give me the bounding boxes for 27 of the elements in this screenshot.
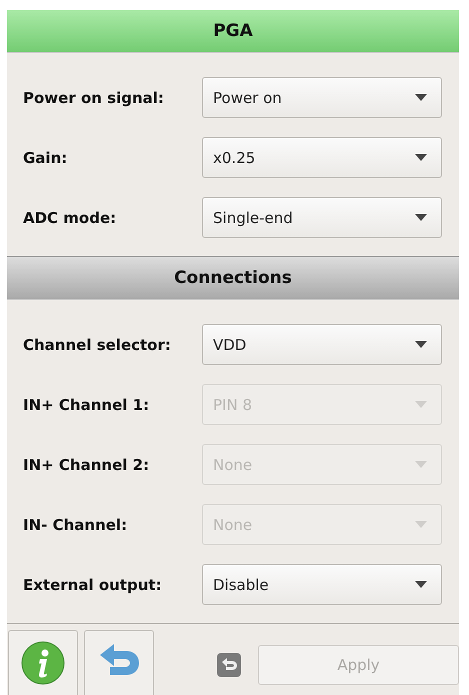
reset-icon[interactable] bbox=[217, 653, 241, 677]
field-label: Power on signal: bbox=[22, 88, 165, 106]
dropdown-arrow-icon bbox=[415, 401, 427, 408]
dropdown[interactable]: Disable bbox=[202, 564, 442, 605]
field-label: IN+ Channel 2: bbox=[22, 456, 150, 474]
field-label: ADC mode: bbox=[22, 208, 118, 226]
dropdown[interactable]: VDD bbox=[202, 324, 442, 365]
section-header: PGA bbox=[7, 10, 459, 53]
field-label: IN+ Channel 1: bbox=[22, 396, 150, 414]
dropdown-arrow-icon bbox=[415, 94, 427, 101]
field-label: Channel selector: bbox=[22, 336, 172, 354]
dropdown-arrow-icon bbox=[415, 154, 427, 161]
dropdown[interactable]: Single-end bbox=[202, 197, 442, 238]
info-button[interactable] bbox=[8, 630, 78, 695]
field-label: External output: bbox=[22, 576, 163, 594]
dropdown[interactable]: Power on bbox=[202, 77, 442, 118]
dropdown[interactable]: x0.25 bbox=[202, 137, 442, 178]
dropdown-arrow-icon bbox=[415, 521, 427, 528]
dropdown-arrow-icon bbox=[415, 461, 427, 468]
field-label: Gain: bbox=[22, 148, 68, 166]
info-icon bbox=[21, 641, 65, 685]
field-label: IN- Channel: bbox=[22, 516, 128, 534]
dropdown-arrow-icon bbox=[415, 581, 427, 588]
section-header: Connections bbox=[7, 256, 459, 300]
dropdown-arrow-icon bbox=[415, 341, 427, 348]
undo-button[interactable] bbox=[84, 630, 154, 695]
dropdown-arrow-icon bbox=[415, 214, 427, 221]
